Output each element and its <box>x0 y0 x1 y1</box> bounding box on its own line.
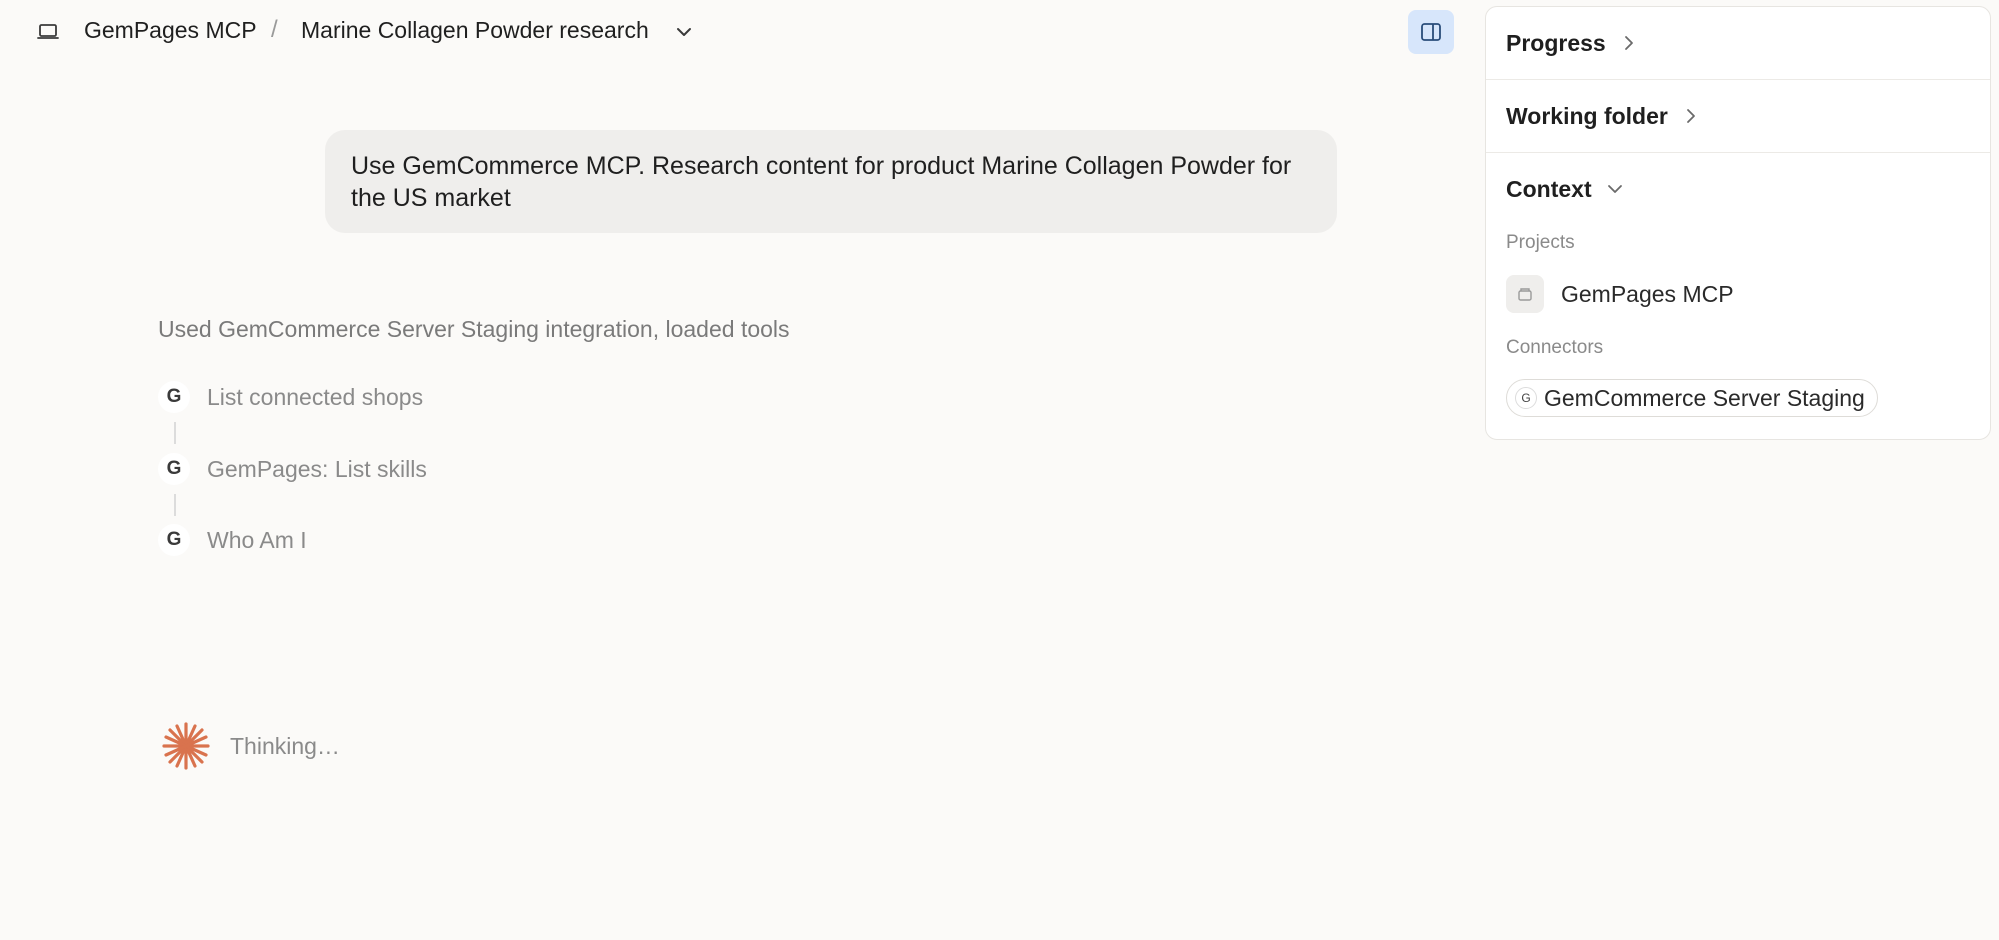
working-folder-title: Working folder <box>1506 102 1668 129</box>
tools-summary[interactable]: Used GemCommerce Server Staging integrat… <box>158 316 790 343</box>
project-name: GemPages MCP <box>1561 280 1734 307</box>
panel-toggle-button[interactable] <box>1408 10 1454 54</box>
chevron-down-icon <box>1607 185 1622 193</box>
tool-call-item[interactable]: G Who Am I <box>158 523 307 557</box>
thinking-status: Thinking… <box>160 720 340 772</box>
working-folder-section-header[interactable]: Working folder <box>1486 80 1990 152</box>
progress-section-header[interactable]: Progress <box>1486 7 1990 79</box>
tool-call-label: GemPages: List skills <box>207 455 427 482</box>
chevron-right-icon <box>1624 36 1633 50</box>
tool-badge: G <box>158 381 190 413</box>
laptop-icon[interactable] <box>36 22 60 42</box>
projects-label: Projects <box>1506 232 1575 253</box>
thinking-text: Thinking… <box>230 732 340 759</box>
connector-badge: G <box>1515 387 1537 409</box>
connector-chip[interactable]: G GemCommerce Server Staging <box>1506 379 1878 417</box>
progress-title: Progress <box>1506 29 1606 56</box>
breadcrumb-chat-title[interactable]: Marine Collagen Powder research <box>301 17 649 44</box>
tool-badge: G <box>158 453 190 485</box>
tool-call-item[interactable]: G List connected shops <box>158 380 423 414</box>
context-side-panel: Progress Working folder Context Projects… <box>1485 6 1991 440</box>
breadcrumb-project[interactable]: GemPages MCP <box>84 17 257 44</box>
project-item[interactable]: GemPages MCP <box>1506 275 1734 313</box>
tool-call-label: List connected shops <box>207 383 424 410</box>
connector-name: GemCommerce Server Staging <box>1544 384 1865 411</box>
tool-connector-line <box>174 422 176 444</box>
sidebar-panel-icon <box>1421 23 1441 41</box>
user-message: Use GemCommerce MCP. Research content fo… <box>325 130 1337 233</box>
chevron-down-icon[interactable] <box>672 20 696 44</box>
spark-icon <box>162 722 210 770</box>
top-bar: GemPages MCP / Marine Collagen Powder re… <box>0 0 1480 66</box>
folder-icon <box>1506 275 1544 313</box>
breadcrumb-separator: / <box>271 16 278 43</box>
tool-call-item[interactable]: G GemPages: List skills <box>158 452 427 486</box>
context-section-header[interactable]: Context <box>1486 153 1990 225</box>
context-title: Context <box>1506 175 1592 202</box>
tool-connector-line <box>174 494 176 516</box>
tool-badge: G <box>158 524 190 556</box>
tool-call-label: Who Am I <box>207 526 307 553</box>
connectors-label: Connectors <box>1506 337 1604 358</box>
chevron-right-icon <box>1686 109 1695 123</box>
